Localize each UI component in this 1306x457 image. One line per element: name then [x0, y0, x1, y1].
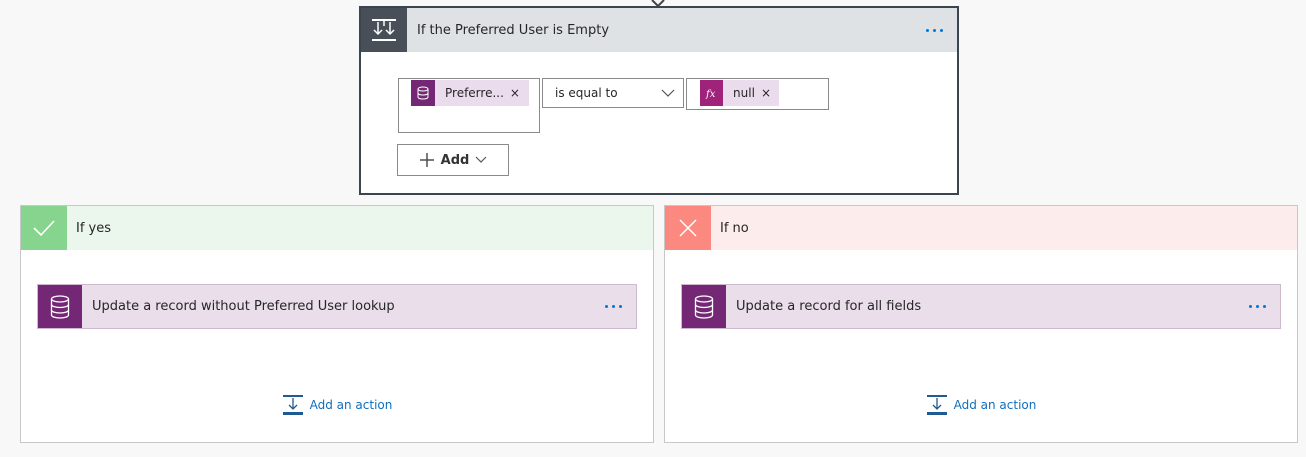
condition-card[interactable]: If the Preferred User is Empty Preferre.…: [359, 6, 959, 195]
database-icon: [682, 285, 726, 328]
condition-more-options-icon[interactable]: [912, 8, 957, 52]
null-token[interactable]: fx null ×: [700, 80, 779, 106]
database-icon: [38, 285, 82, 328]
action-title: Update a record without Preferred User l…: [92, 299, 395, 314]
token-label: null: [733, 86, 755, 100]
add-an-action-link[interactable]: Add an action: [665, 394, 1297, 416]
chevron-down-icon: [661, 89, 675, 97]
fx-icon: fx: [700, 80, 724, 106]
add-condition-button[interactable]: Add: [397, 144, 509, 176]
action-card-update-record-without-lookup[interactable]: Update a record without Preferred User l…: [37, 284, 637, 329]
preferred-user-token[interactable]: Preferre... ×: [411, 80, 529, 106]
condition-left-operand[interactable]: Preferre... ×: [398, 78, 540, 133]
database-icon: [411, 80, 435, 106]
action-more-options-icon[interactable]: [1235, 285, 1280, 328]
branch-no-label: If no: [720, 220, 749, 236]
svg-text:fx: fx: [705, 89, 716, 99]
add-an-action-label: Add an action: [309, 398, 393, 412]
add-action-icon: [926, 395, 947, 415]
chevron-down-icon: [475, 156, 487, 163]
condition-header[interactable]: If the Preferred User is Empty: [361, 8, 957, 52]
branch-yes-label: If yes: [76, 220, 112, 236]
plus-icon: [419, 153, 434, 167]
add-action-icon: [282, 395, 303, 415]
condition-icon: [361, 8, 407, 52]
operator-value: is equal to: [555, 86, 618, 100]
add-an-action-label: Add an action: [953, 398, 1037, 412]
remove-token-icon[interactable]: ×: [761, 86, 779, 100]
branch-no-header[interactable]: If no: [665, 206, 1297, 250]
branch-if-no: If no Update a record for all fields Add…: [664, 205, 1298, 443]
action-more-options-icon[interactable]: [591, 285, 636, 328]
remove-token-icon[interactable]: ×: [510, 86, 528, 100]
branch-if-yes: If yes Update a record without Preferred…: [20, 205, 654, 443]
add-button-label: Add: [440, 152, 470, 168]
close-icon: [665, 206, 711, 250]
add-an-action-link[interactable]: Add an action: [21, 394, 653, 416]
operator-select[interactable]: is equal to: [542, 78, 684, 108]
condition-title: If the Preferred User is Empty: [417, 22, 610, 38]
condition-right-operand[interactable]: fx null ×: [686, 78, 829, 110]
action-card-update-record-all-fields[interactable]: Update a record for all fields: [681, 284, 1281, 329]
branch-yes-header[interactable]: If yes: [21, 206, 653, 250]
check-icon: [21, 206, 67, 250]
action-title: Update a record for all fields: [736, 299, 922, 314]
token-label: Preferre...: [445, 86, 504, 100]
